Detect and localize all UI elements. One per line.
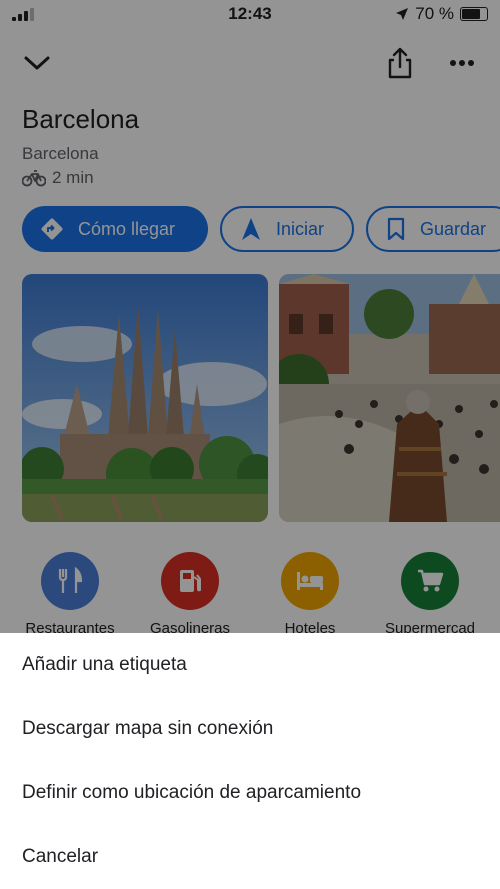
place-screen: 12:43 70 % Barcelona Barcelona 2 min Cóm… bbox=[0, 0, 500, 889]
download-offline-map-option[interactable]: Descargar mapa sin conexión bbox=[22, 718, 273, 740]
action-sheet: Añadir una etiqueta Descargar mapa sin c… bbox=[0, 633, 500, 889]
modal-backdrop[interactable] bbox=[0, 0, 500, 633]
add-label-option[interactable]: Añadir una etiqueta bbox=[22, 654, 187, 676]
set-parking-location-option[interactable]: Definir como ubicación de aparcamiento bbox=[22, 782, 361, 804]
cancel-option[interactable]: Cancelar bbox=[22, 846, 98, 868]
